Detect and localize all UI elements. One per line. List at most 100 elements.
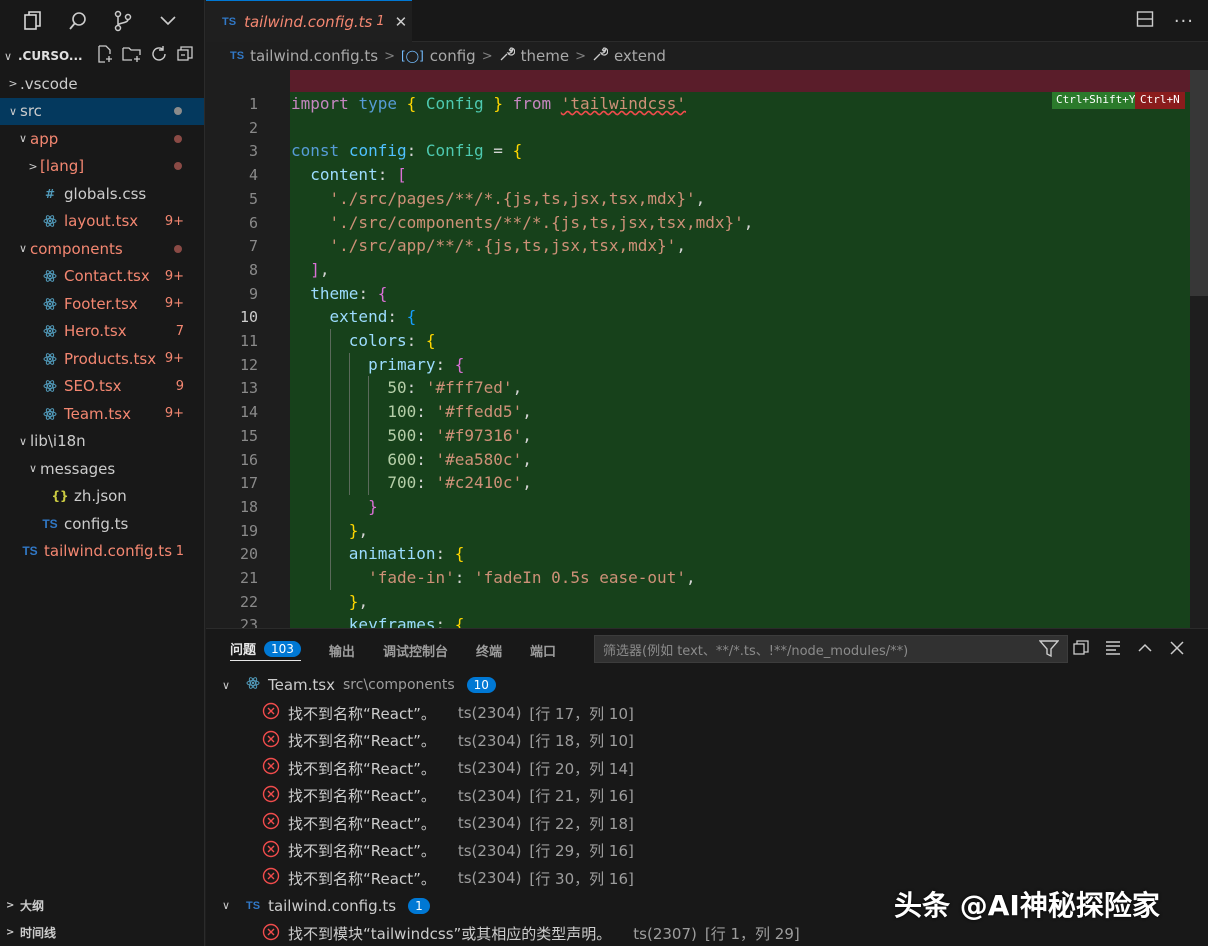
problem-group[interactable]: ∨ Team.tsx src\components 10 (222, 672, 496, 698)
tree-item[interactable]: .SEO.tsx9 (0, 373, 204, 401)
tree-item[interactable]: ∨ app (0, 125, 204, 153)
problem-group-file: tailwind.config.ts (268, 896, 397, 915)
code-line: 500: '#f97316', (387, 425, 532, 445)
tree-item[interactable]: .TSconfig.ts (0, 510, 204, 538)
tree-item[interactable]: ∨ components (0, 235, 204, 263)
tree-item-label: .vscode (20, 74, 78, 93)
search-icon[interactable] (65, 8, 91, 34)
error-icon (262, 702, 280, 724)
react-icon (246, 676, 260, 694)
timeline-section[interactable]: > 时间线 (0, 919, 205, 946)
code-line: ], (310, 259, 330, 279)
tree-item[interactable]: .{}zh.json (0, 483, 204, 511)
error-count-badge: 9+ (164, 296, 184, 312)
tree-item-label: Team.tsx (64, 404, 131, 423)
error-icon (262, 867, 280, 889)
tree-item[interactable]: ∨ messages (0, 455, 204, 483)
tree-item[interactable]: > .vscode (0, 70, 204, 98)
tree-item-label: tailwind.config.ts (44, 542, 173, 561)
breadcrumb-file[interactable]: tailwind.config.ts (250, 47, 378, 65)
split-editor-icon[interactable] (1136, 10, 1154, 32)
tree-item-label: src (20, 102, 42, 121)
tree-item-label: SEO.tsx (64, 377, 122, 396)
editor-scrollbar[interactable] (1190, 70, 1208, 628)
tree-item[interactable]: .TStailwind.config.ts1 (0, 538, 204, 566)
code-editor[interactable]: 1 import type { Config } from 'tailwindcs… (206, 70, 1190, 628)
explorer-header[interactable]: ∨ .CURSO... (0, 42, 204, 70)
copy-icon[interactable] (1072, 639, 1090, 661)
chevron-down-icon: ∨ (222, 899, 231, 912)
code-line: extend: { (329, 307, 417, 327)
maximize-panel-icon[interactable] (1136, 639, 1154, 661)
problem-item[interactable]: 找不到名称“React”。 ts(2304) [行 20，列 14] (262, 755, 634, 781)
source-control-icon[interactable] (110, 8, 136, 34)
scrollbar-thumb[interactable] (1190, 70, 1208, 296)
new-folder-icon[interactable] (122, 45, 142, 67)
line-number: 1 (248, 95, 258, 113)
timeline-label: 时间线 (20, 926, 57, 940)
code-line: 'fade-in': 'fadeIn 0.5s ease-out', (368, 568, 696, 587)
chevron-down-icon: ∨ (222, 678, 231, 692)
breadcrumb-item-config[interactable]: config (430, 47, 476, 65)
wrench-icon (592, 46, 609, 66)
problem-group[interactable]: ∨ TS tailwind.config.ts 1 (222, 893, 430, 919)
typescript-icon: TS (22, 544, 38, 559)
accept-diff-button[interactable]: Ctrl+Shift+Y (1052, 92, 1140, 109)
tree-item-label: globals.css (64, 184, 147, 203)
tree-item[interactable]: ∨ lib\i18n (0, 428, 204, 456)
files-icon[interactable] (20, 8, 46, 34)
wrench-icon (499, 46, 515, 66)
code-line: primary: { (368, 354, 465, 374)
tree-item-label: lib\i18n (30, 432, 86, 451)
tab-problem-count: 1 (376, 14, 385, 29)
problem-message: 找不到名称“React”。 (288, 787, 436, 805)
error-icon (262, 785, 280, 807)
problem-message: 找不到名称“React”。 (288, 869, 436, 888)
tab-output[interactable]: 输出 (329, 641, 355, 660)
close-icon[interactable]: ✕ (395, 13, 408, 31)
tree-item[interactable]: ∨ src (0, 97, 204, 125)
breadcrumb-item-extend[interactable]: extend (614, 47, 666, 65)
problem-item[interactable]: 找不到名称“React”。 ts(2304) [行 17，列 10] (262, 700, 634, 726)
react-icon (40, 297, 60, 311)
tab-tailwind-config[interactable]: TS tailwind.config.ts 1 ✕ (206, 0, 412, 42)
tree-item[interactable]: .#globals.css (0, 180, 204, 208)
chevron-down-icon: ∨ (18, 242, 28, 256)
tree-item[interactable]: .Products.tsx9+ (0, 345, 204, 373)
problem-code: ts(2304) (457, 786, 522, 805)
problem-item[interactable]: 找不到模块“tailwindcss”或其相应的类型声明。 ts(2307) [行 1… (262, 921, 800, 946)
problem-item[interactable]: 找不到名称“React”。 ts(2304) [行 29，列 16] (262, 838, 634, 864)
outline-section[interactable]: > 大纲 (0, 892, 205, 919)
breadcrumb-item-theme[interactable]: theme (521, 47, 569, 65)
problem-item[interactable]: 找不到名称“React”。 ts(2304) [行 30，列 16] (262, 865, 634, 891)
problem-location: [行 17，列 10] (529, 704, 634, 723)
filter-icon[interactable] (1038, 640, 1060, 662)
view-as-list-icon[interactable] (1104, 639, 1122, 661)
collapse-all-icon[interactable] (176, 45, 194, 67)
tab-debug-console[interactable]: 调试控制台 (383, 641, 448, 660)
tree-item[interactable]: .Contact.tsx9+ (0, 263, 204, 291)
line-number: 7 (248, 237, 258, 256)
problem-location: [行 22，列 18] (529, 814, 634, 833)
tab-ports[interactable]: 端口 (530, 641, 556, 660)
new-file-icon[interactable] (96, 45, 114, 67)
tree-item[interactable]: .Team.tsx9+ (0, 400, 204, 428)
problem-item[interactable]: 找不到名称“React”。 ts(2304) [行 18，列 10] (262, 728, 634, 754)
problem-item[interactable]: 找不到名称“React”。 ts(2304) [行 22，列 18] (262, 810, 634, 836)
react-icon (40, 214, 60, 228)
problem-location: [行 29，列 16] (529, 842, 634, 860)
close-panel-icon[interactable] (1168, 639, 1186, 661)
tree-item[interactable]: .Footer.tsx9+ (0, 290, 204, 318)
tree-item[interactable]: .layout.tsx9+ (0, 208, 204, 236)
tab-problems[interactable]: 问题 103 (230, 639, 301, 661)
tab-terminal[interactable]: 终端 (476, 641, 502, 660)
chevron-down-icon[interactable] (155, 8, 181, 34)
reject-diff-button[interactable]: Ctrl+N (1135, 92, 1185, 109)
tree-item[interactable]: .Hero.tsx7 (0, 318, 204, 346)
more-actions-icon[interactable]: ··· (1174, 11, 1194, 32)
problem-group-count: 10 (466, 677, 496, 693)
problem-item[interactable]: 找不到名称“React”。 ts(2304) [行 21，列 16] (262, 783, 634, 809)
refresh-icon[interactable] (150, 45, 168, 67)
tree-item[interactable]: > [lang] (0, 153, 204, 181)
filter-input[interactable]: 筛选器(例如 text、**/*.ts、!**/node_modules/**) (594, 635, 1068, 663)
